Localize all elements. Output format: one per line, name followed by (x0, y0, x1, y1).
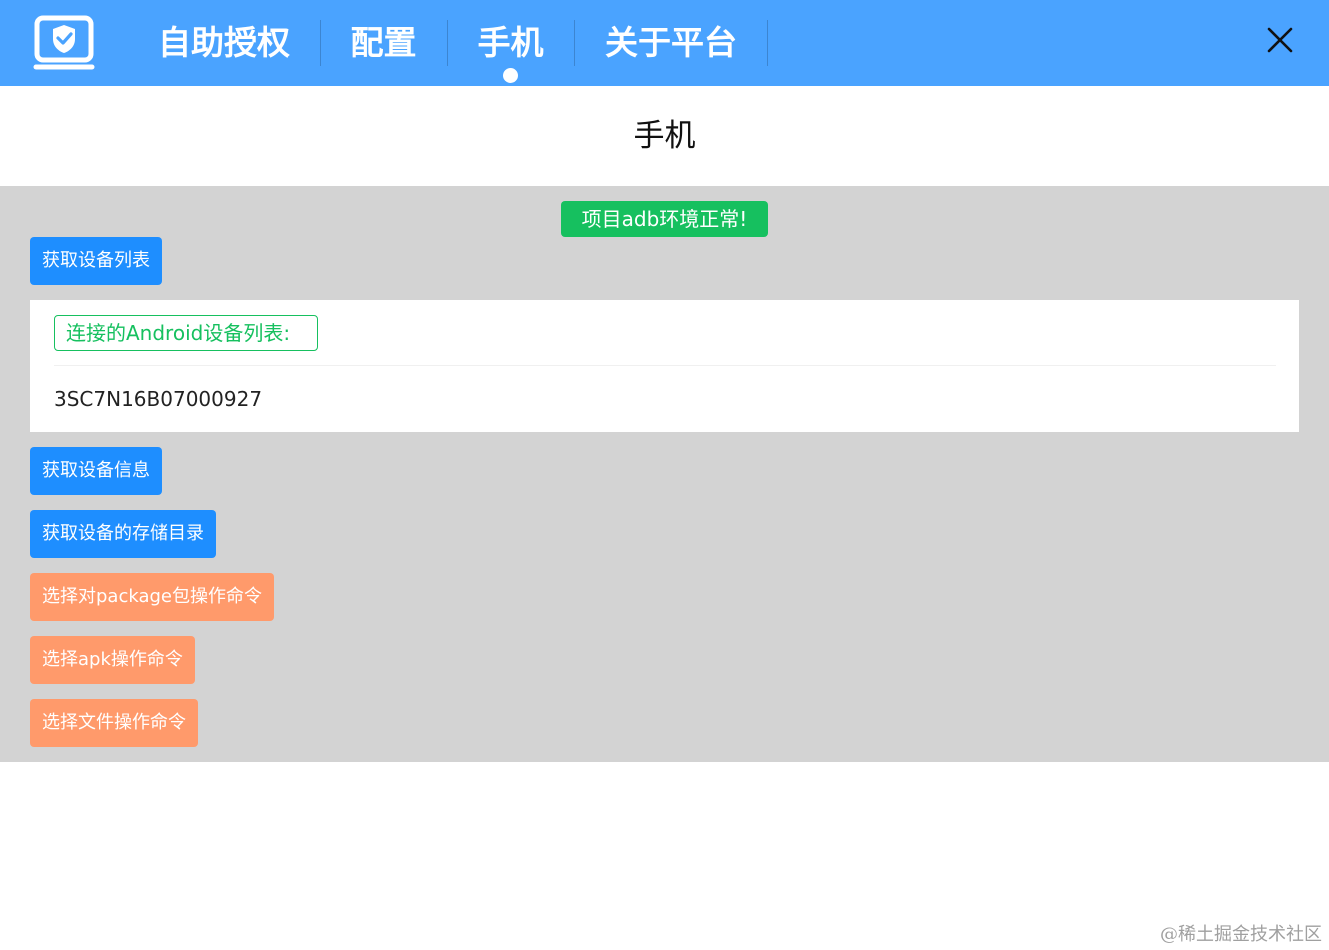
nav-divider (574, 20, 575, 66)
get-device-info-button[interactable]: 获取设备信息 (30, 447, 162, 495)
file-commands-button[interactable]: 选择文件操作命令 (30, 699, 198, 747)
nav-divider (447, 20, 448, 66)
nav-divider (320, 20, 321, 66)
page-title: 手机 (633, 118, 696, 154)
divider (54, 365, 1276, 366)
package-commands-button[interactable]: 选择对package包操作命令 (30, 573, 274, 621)
tab-phone[interactable]: 手机 (477, 20, 544, 66)
close-icon[interactable] (1264, 24, 1296, 56)
device-list-item[interactable]: 3SC7N16B07000927 (54, 384, 262, 414)
device-list-title: 连接的Android设备列表: (54, 315, 318, 351)
apk-commands-button[interactable]: 选择apk操作命令 (30, 636, 195, 684)
tab-config[interactable]: 配置 (350, 20, 417, 66)
device-list-panel: 连接的Android设备列表: 3SC7N16B07000927 (30, 300, 1299, 432)
watermark: @稀土掘金技术社区 (1160, 924, 1322, 945)
adb-status-badge: 项目adb环境正常! (561, 201, 768, 237)
get-storage-dir-button[interactable]: 获取设备的存储目录 (30, 510, 216, 558)
get-device-list-button[interactable]: 获取设备列表 (30, 237, 162, 285)
tab-self-authorization[interactable]: 自助授权 (158, 20, 290, 66)
active-tab-indicator (503, 68, 518, 83)
header-bar: 自助授权 配置 手机 关于平台 (0, 0, 1329, 86)
phone-panel: 项目adb环境正常! 获取设备列表 连接的Android设备列表: 3SC7N1… (0, 186, 1329, 762)
nav-divider (767, 20, 768, 66)
tab-about-platform[interactable]: 关于平台 (604, 20, 738, 66)
shield-monitor-icon[interactable] (30, 14, 98, 72)
